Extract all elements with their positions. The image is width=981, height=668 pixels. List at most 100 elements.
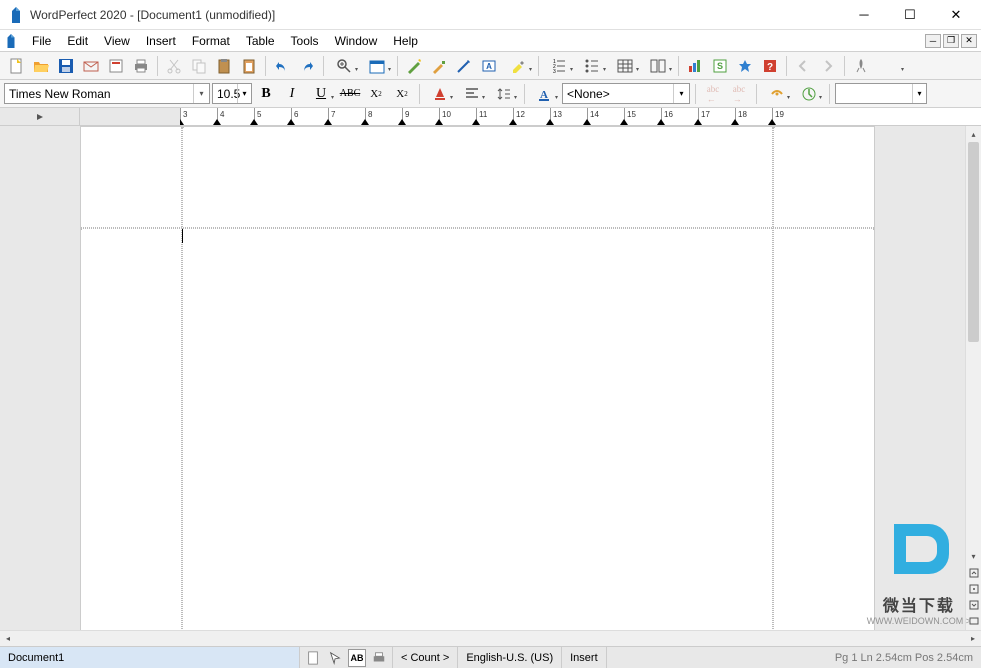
status-doc-icon[interactable] <box>304 649 322 667</box>
promote-button[interactable]: abc← <box>701 82 725 106</box>
autoformat-button[interactable] <box>402 54 426 78</box>
maximize-button[interactable]: ☐ <box>887 0 933 30</box>
macro2-button[interactable]: ▾ <box>794 82 824 106</box>
status-insert-mode[interactable]: Insert <box>562 647 607 668</box>
margin-guide-top <box>81 227 874 229</box>
font-select[interactable]: Times New Roman ▾ <box>4 83 210 104</box>
search-box[interactable]: ▾ <box>835 83 927 104</box>
justify-button[interactable]: ▾ <box>457 82 487 106</box>
publish-button[interactable] <box>104 54 128 78</box>
cut-button[interactable] <box>162 54 186 78</box>
page[interactable] <box>80 126 875 630</box>
mail-button[interactable] <box>79 54 103 78</box>
new-button[interactable] <box>4 54 28 78</box>
print-button[interactable] <box>129 54 153 78</box>
font-color-button[interactable]: ▾ <box>425 82 455 106</box>
app-icon <box>8 7 24 23</box>
status-document[interactable]: Document1 <box>0 647 300 668</box>
scroll-left-button[interactable]: ◂ <box>0 631 16 646</box>
margin-guide-left <box>181 127 183 630</box>
copy-button[interactable] <box>187 54 211 78</box>
font-size-select[interactable]: 10.5 ▾ <box>212 83 252 104</box>
italic-button[interactable]: I <box>280 82 304 106</box>
nav-extra-button[interactable] <box>966 614 981 628</box>
scroll-up-button[interactable]: ▴ <box>966 126 981 142</box>
subscript-button[interactable]: X2 <box>364 82 388 106</box>
superscript-button[interactable]: X2 <box>390 82 414 106</box>
save-button[interactable] <box>54 54 78 78</box>
menu-table[interactable]: Table <box>238 32 283 50</box>
strikethrough-button[interactable]: ABC <box>338 82 362 106</box>
paste-button[interactable] <box>212 54 236 78</box>
menu-insert[interactable]: Insert <box>138 32 184 50</box>
bold-button[interactable]: B <box>254 82 278 106</box>
menu-help[interactable]: Help <box>385 32 426 50</box>
menu-window[interactable]: Window <box>327 32 386 50</box>
demote-button[interactable]: abc→ <box>727 82 751 106</box>
menubar: File Edit View Insert Format Table Tools… <box>0 30 981 52</box>
back-button[interactable] <box>791 54 815 78</box>
forward-button[interactable] <box>816 54 840 78</box>
prev-page-button[interactable] <box>966 566 981 580</box>
document-area[interactable] <box>0 126 965 630</box>
open-button[interactable] <box>29 54 53 78</box>
style-name: <None> <box>567 87 610 101</box>
status-language[interactable]: English-U.S. (US) <box>458 647 562 668</box>
chevron-down-icon: ▾ <box>673 84 689 103</box>
menu-file[interactable]: File <box>24 32 59 50</box>
next-page-button[interactable] <box>966 598 981 612</box>
extras-button[interactable]: ▾ <box>874 54 906 78</box>
horizontal-scrollbar[interactable]: ◂ ▸ <box>0 630 981 646</box>
perfectexpert-button[interactable]: ? <box>758 54 782 78</box>
scroll-thumb[interactable] <box>968 142 979 342</box>
menu-view[interactable]: View <box>96 32 138 50</box>
text-box-button[interactable]: A <box>477 54 501 78</box>
mdi-minimize-button[interactable]: ─ <box>925 34 941 48</box>
scroll-track[interactable] <box>966 142 981 548</box>
date-button[interactable]: ▾ <box>361 54 393 78</box>
close-button[interactable]: ✕ <box>933 0 979 30</box>
menu-format[interactable]: Format <box>184 32 238 50</box>
status-ab-button[interactable]: AB <box>348 649 366 667</box>
rocket-icon[interactable] <box>849 54 873 78</box>
draw-button[interactable] <box>452 54 476 78</box>
mdi-close-button[interactable]: ✕ <box>961 34 977 48</box>
undo-button[interactable] <box>270 54 294 78</box>
font-name: Times New Roman <box>9 87 111 101</box>
scroll-right-button[interactable]: ▸ <box>965 631 981 646</box>
clipboard-button[interactable] <box>237 54 261 78</box>
redo-button[interactable] <box>295 54 319 78</box>
thesaurus-button[interactable] <box>733 54 757 78</box>
macro1-button[interactable]: ▾ <box>762 82 792 106</box>
minimize-button[interactable]: ─ <box>841 0 887 30</box>
columns-button[interactable]: ▾ <box>642 54 674 78</box>
underline-button[interactable]: U▾ <box>306 82 336 106</box>
status-print-icon[interactable] <box>370 649 388 667</box>
quickfonts-button[interactable]: A▾ <box>530 82 560 106</box>
status-count[interactable]: < Count > <box>393 647 458 668</box>
status-cursor-icon[interactable] <box>326 649 344 667</box>
numbering-button[interactable]: 123▾ <box>543 54 575 78</box>
styles-button[interactable] <box>427 54 451 78</box>
mdi-restore-button[interactable]: ❐ <box>943 34 959 48</box>
ruler-corner[interactable] <box>0 108 80 125</box>
spell-button[interactable]: S <box>708 54 732 78</box>
chevron-down-icon: ▾ <box>193 84 209 103</box>
chevron-down-icon: ▾ <box>237 84 251 103</box>
ruler-row: 345678910111213141516171819 <box>0 108 981 126</box>
menu-edit[interactable]: Edit <box>59 32 96 50</box>
style-select[interactable]: <None> ▾ <box>562 83 690 104</box>
bullets-button[interactable]: ▾ <box>576 54 608 78</box>
line-spacing-button[interactable]: ▾ <box>489 82 519 106</box>
hscroll-track[interactable] <box>16 631 965 646</box>
vertical-scrollbar[interactable]: ▴ ▾ <box>965 126 981 630</box>
horizontal-ruler[interactable]: 345678910111213141516171819 <box>180 108 981 125</box>
table-button[interactable]: ▾ <box>609 54 641 78</box>
highlight-button[interactable]: ▾ <box>502 54 534 78</box>
browse-button[interactable] <box>966 582 981 596</box>
scroll-down-button[interactable]: ▾ <box>966 548 981 564</box>
menu-tools[interactable]: Tools <box>283 32 327 50</box>
zoom-button[interactable]: ▾ <box>328 54 360 78</box>
svg-text:S: S <box>717 61 723 71</box>
chart-button[interactable] <box>683 54 707 78</box>
